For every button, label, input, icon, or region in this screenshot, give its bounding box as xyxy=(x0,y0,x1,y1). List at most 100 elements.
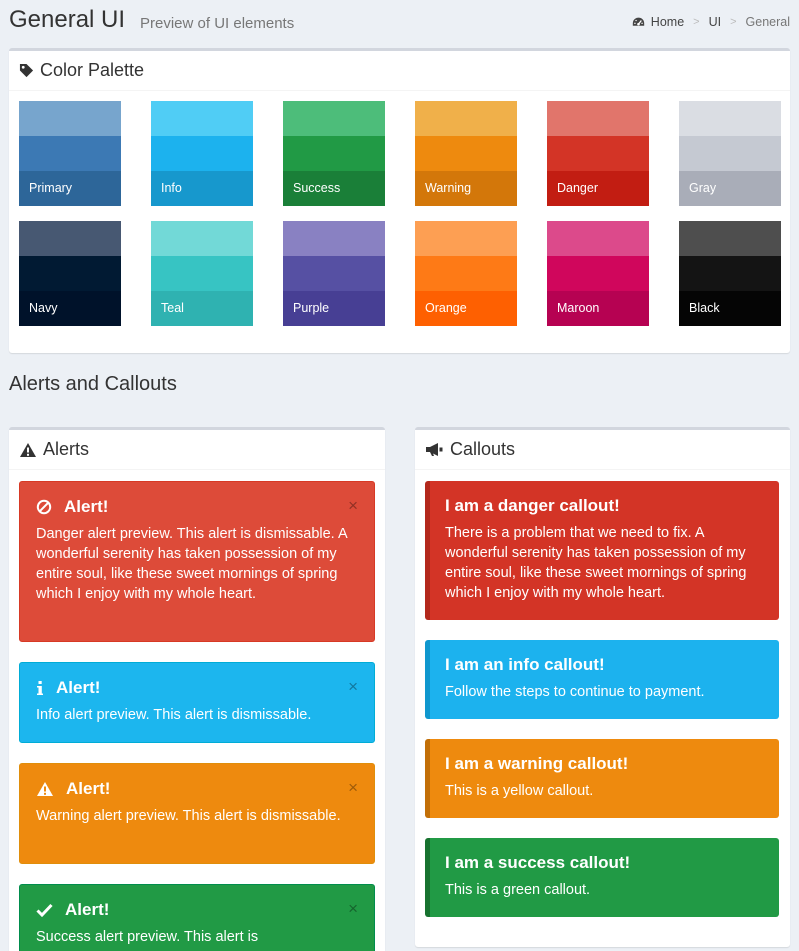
color-swatch-black: Black xyxy=(679,221,781,326)
alert-body: Danger alert preview. This alert is dism… xyxy=(36,526,347,602)
alert-danger: Alert! Danger alert preview. This alert … xyxy=(19,481,375,642)
swatch-shade: Info xyxy=(151,171,253,206)
swatch-shade xyxy=(415,101,517,136)
alert-title: Alert! xyxy=(65,900,110,919)
callout-title: I am a warning callout! xyxy=(445,754,629,773)
alert-title: Alert! xyxy=(64,497,109,516)
callout-body: Follow the steps to continue to payment. xyxy=(445,684,705,700)
swatch-shade xyxy=(19,221,121,256)
page-title: General UI xyxy=(9,6,126,33)
swatch-label: Danger xyxy=(557,181,598,195)
alerts-header: Alerts xyxy=(9,430,385,470)
swatch-shade: Black xyxy=(679,291,781,326)
alerts-title: Alerts xyxy=(43,439,90,459)
dashboard-icon xyxy=(632,17,644,26)
swatch-shade xyxy=(547,221,649,256)
swatch-shade xyxy=(547,136,649,171)
callout-title: I am an info callout! xyxy=(445,655,605,674)
breadcrumb: Home > UI > General xyxy=(632,15,790,29)
callout-title: I am a success callout! xyxy=(445,853,631,872)
swatch-shade xyxy=(19,136,121,171)
callout-danger: I am a danger callout! There is a proble… xyxy=(425,481,779,620)
section-title: Alerts and Callouts xyxy=(9,373,177,395)
swatch-shade: Warning xyxy=(415,171,517,206)
warning-icon xyxy=(20,442,36,457)
color-swatch-teal: Teal xyxy=(151,221,253,326)
color-swatch-orange: Orange xyxy=(415,221,517,326)
swatch-label: Orange xyxy=(425,301,467,315)
callout-warning: I am a warning callout! This is a yellow… xyxy=(425,739,779,818)
swatch-shade xyxy=(283,221,385,256)
alert-title: Alert! xyxy=(56,678,101,697)
swatch-label: Success xyxy=(293,181,341,195)
swatch-shade: Navy xyxy=(19,291,121,326)
swatch-shade xyxy=(679,256,781,291)
swatch-shade xyxy=(415,221,517,256)
check-icon xyxy=(36,903,53,917)
swatch-label: Primary xyxy=(29,181,73,195)
color-palette-title: Color Palette xyxy=(40,60,145,80)
swatch-shade xyxy=(415,136,517,171)
color-swatch-success: Success xyxy=(283,101,385,206)
swatch-label: Navy xyxy=(29,301,58,315)
swatch-shade: Purple xyxy=(283,291,385,326)
swatch-label: Black xyxy=(689,301,720,315)
swatch-shade xyxy=(283,101,385,136)
color-swatch-danger: Danger xyxy=(547,101,649,206)
close-icon[interactable]: × xyxy=(348,677,358,697)
swatch-shade xyxy=(151,136,253,171)
alert-title: Alert! xyxy=(66,779,111,798)
swatch-shade xyxy=(547,256,649,291)
alert-body: Warning alert preview. This alert is dis… xyxy=(36,808,341,824)
breadcrumb-ui[interactable]: UI xyxy=(709,15,722,29)
swatch-shade xyxy=(283,256,385,291)
alert-body: Success alert preview. This alert is xyxy=(36,929,259,945)
swatch-label: Maroon xyxy=(557,301,600,315)
swatch-shade xyxy=(19,101,121,136)
callout-title: I am a danger callout! xyxy=(445,496,620,515)
color-swatch-primary: Primary xyxy=(19,101,121,206)
swatch-shade xyxy=(283,136,385,171)
swatch-shade: Primary xyxy=(19,171,121,206)
ban-icon xyxy=(36,499,52,515)
callout-body: This is a yellow callout. xyxy=(445,783,594,799)
alert-success: Alert! Success alert preview. This alert… xyxy=(19,884,375,951)
close-icon[interactable]: × xyxy=(348,899,358,919)
tag-icon xyxy=(19,63,34,78)
swatch-label: Info xyxy=(161,181,182,195)
swatch-shade xyxy=(679,101,781,136)
close-icon[interactable]: × xyxy=(348,778,358,798)
warning-icon xyxy=(37,782,53,796)
breadcrumb-home[interactable]: Home xyxy=(651,15,684,29)
callouts-title: Callouts xyxy=(450,439,516,459)
swatch-shade: Gray xyxy=(679,171,781,206)
bullhorn-icon xyxy=(426,443,443,456)
swatch-shade xyxy=(151,256,253,291)
info-icon xyxy=(37,681,43,695)
callout-success: I am a success callout! This is a green … xyxy=(425,838,779,917)
swatch-label: Gray xyxy=(689,181,717,195)
close-icon[interactable]: × xyxy=(348,496,358,516)
swatch-shade xyxy=(679,136,781,171)
swatch-label: Teal xyxy=(161,301,184,315)
swatch-shade xyxy=(19,256,121,291)
callout-body: There is a problem that we need to fix. … xyxy=(445,525,747,601)
swatch-label: Warning xyxy=(425,181,472,195)
page-subtitle: Preview of UI elements xyxy=(140,15,295,32)
breadcrumb-separator: > xyxy=(730,16,737,28)
callouts-box: Callouts I am a danger callout! There is… xyxy=(415,427,790,947)
color-swatch-maroon: Maroon xyxy=(547,221,649,326)
callout-info: I am an info callout! Follow the steps t… xyxy=(425,640,779,719)
swatch-shade xyxy=(547,101,649,136)
alert-info: Alert! Info alert preview. This alert is… xyxy=(19,662,375,743)
alert-warning: Alert! Warning alert preview. This alert… xyxy=(19,763,375,864)
swatch-shade: Danger xyxy=(547,171,649,206)
swatch-shade: Teal xyxy=(151,291,253,326)
callout-body: This is a green callout. xyxy=(445,882,591,898)
swatch-shade xyxy=(679,221,781,256)
color-palette-header: Color Palette xyxy=(9,51,790,91)
callouts-header: Callouts xyxy=(415,430,790,470)
content-header: General UI Preview of UI elements Home >… xyxy=(0,0,799,48)
alert-body: Info alert preview. This alert is dismis… xyxy=(36,707,312,723)
breadcrumb-separator: > xyxy=(693,16,700,28)
